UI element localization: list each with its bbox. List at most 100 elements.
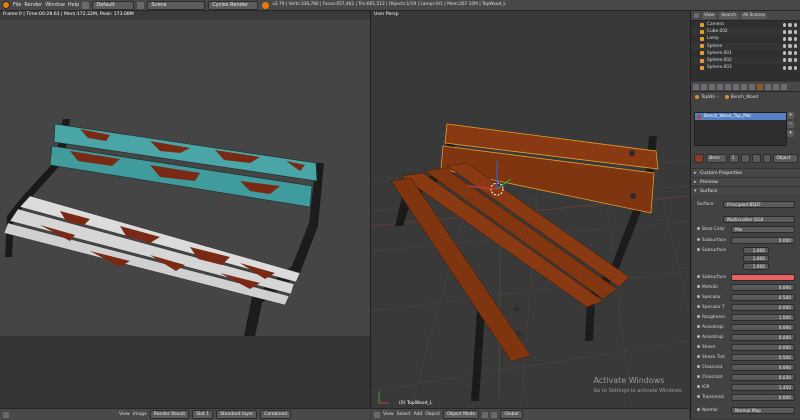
menu-view[interactable]: View [383,412,394,417]
screen-layout-select[interactable]: Default [92,0,135,10]
prop-row: Specular T 0.000 [691,303,800,312]
menu-image[interactable]: Image [133,412,147,417]
image-select[interactable]: Render Result [149,410,190,419]
world-tab-icon[interactable] [717,83,723,90]
orientation-select[interactable]: Global [500,410,523,419]
outliner-item[interactable]: Cube.002 [691,28,800,36]
editor-type-icon[interactable] [694,13,699,18]
pivot-icon[interactable] [491,411,498,418]
anisotropic-rotation-field[interactable]: 0.000 [731,334,795,341]
eye-icon [783,44,787,49]
sheen-field[interactable]: 0.000 [731,344,795,351]
menu-render[interactable]: Render [24,0,42,10]
specular-field[interactable]: 0.500 [731,294,795,301]
subsurface-radius-z[interactable]: 1.000 [743,263,769,270]
outliner-item[interactable]: Sphere.002 [691,56,800,65]
panel-surface[interactable]: Surface [691,186,800,196]
add-slot-button[interactable]: + [787,112,794,119]
ior-field[interactable]: 1.450 [731,384,795,391]
scene-icon[interactable] [137,1,145,9]
shading-icon[interactable] [482,411,489,418]
scene-statistics: v2.79 | Verts:330,780 | Faces:657,462 | … [272,2,506,7]
normal-row: Normal Normal Map [691,406,800,415]
render-tab-icon[interactable] [693,83,699,90]
slot-menu-button[interactable]: ▾ [787,130,794,137]
3d-viewport[interactable]: User Persp (0) TopWood_L Activate Window… [371,11,689,408]
blender-window: File Render Window Help Default Scene Cy… [0,0,800,420]
menu-file[interactable]: File [13,0,21,10]
screen-layout-icon[interactable] [82,1,90,9]
slot-select[interactable]: Slot 1 [192,410,214,419]
render-layers-tab-icon[interactable] [701,83,707,90]
panel-preview[interactable]: Preview [691,177,800,187]
material-slot-item[interactable]: Bench_Wood_Top_Mat [695,113,786,120]
unlink-material-button[interactable] [762,153,772,163]
menu-object[interactable]: Object [425,412,440,417]
camera-render-icon [793,65,797,70]
data-tab-icon[interactable] [749,83,755,90]
breadcrumb-material: Bench_Wood [730,94,759,100]
outliner-item[interactable]: Sphere [691,42,800,50]
object-tab-icon[interactable] [725,83,731,90]
new-material-button[interactable] [751,153,761,163]
outliner-search-menu[interactable]: Search [719,12,738,19]
blender-logo-icon[interactable] [2,1,10,9]
clearcoat-roughness-field[interactable]: 0.030 [731,374,795,381]
outliner-filter-select[interactable]: All Scenes [740,12,768,19]
menu-help[interactable]: Help [68,0,79,10]
subsurface-field[interactable]: 0.000 [731,237,795,244]
outliner-item[interactable]: Sphere.003 [691,64,800,71]
editor-type-icon[interactable] [3,411,9,418]
fake-user-button[interactable] [740,153,750,163]
scene-select[interactable]: Scene [147,0,206,10]
modifiers-tab-icon[interactable] [741,83,747,90]
clearcoat-field[interactable]: 0.000 [731,364,795,371]
panel-custom-properties[interactable]: Custom Properties [691,168,800,178]
eye-icon [783,65,787,70]
specular-tint-field[interactable]: 0.000 [731,304,795,311]
link-select[interactable]: Object [773,153,798,163]
outliner-item[interactable]: Lamp [691,35,800,42]
texture-tab-icon[interactable] [765,83,771,90]
material-slots-list[interactable]: Bench_Wood_Top_Mat [694,112,787,146]
editor-type-icon[interactable] [374,411,380,418]
subsurface-radius-x[interactable]: 1.000 [743,247,769,254]
base-color-field[interactable]: Mix [731,226,795,233]
menu-view[interactable]: View [119,412,130,417]
render-layer-select[interactable]: Standard layer [216,410,258,419]
outliner-item[interactable]: Sphere.001 [691,50,800,57]
sheen-tint-field[interactable]: 0.500 [731,354,795,361]
eye-icon [783,29,787,34]
menu-window[interactable]: Window [45,0,65,10]
anisotropic-field[interactable]: 0.000 [731,324,795,331]
particles-tab-icon[interactable] [773,83,779,90]
surface-shader-select[interactable]: Principled BSDF [723,201,795,208]
constraints-tab-icon[interactable] [733,83,739,90]
scene-tab-icon[interactable] [709,83,715,90]
physics-tab-icon[interactable] [781,83,787,90]
render-pass-select[interactable]: Combined [260,410,292,419]
subsurface-color-swatch[interactable] [731,274,795,281]
camera-render-icon [793,22,797,27]
mesh-icon [700,44,704,49]
image-editor-render-result[interactable]: Frame:0 | Time:00:28.63 | Mem:172.22M, P… [0,11,370,408]
material-preview-icon[interactable] [694,153,705,163]
transmission-field[interactable]: 0.000 [731,394,795,401]
metallic-field[interactable]: 0.000 [731,284,795,291]
material-name-field[interactable]: Benc [706,153,727,163]
outliner-item[interactable]: Camera [691,21,800,28]
prop-row: IOR 1.450 [691,383,800,392]
material-users-count[interactable]: 1 [728,153,739,163]
outliner-view-menu[interactable]: View [702,12,717,19]
menu-add[interactable]: Add [414,412,423,417]
subsurface-radius-y[interactable]: 1.000 [743,255,769,262]
menu-select[interactable]: Select [397,412,411,417]
outliner-list: Camera Cube.002 Lamp Sphere Sphere.001 S… [691,21,800,71]
remove-slot-button[interactable]: − [787,121,794,128]
roughness-field[interactable]: 1.000 [731,314,795,321]
material-tab-icon[interactable] [757,83,763,90]
render-engine-select[interactable]: Cycles Render [208,0,259,10]
mode-select[interactable]: Object Mode [442,410,480,419]
normal-field[interactable]: Normal Map [731,407,795,414]
distribution-select[interactable]: Multiscatter GGX [723,216,795,223]
